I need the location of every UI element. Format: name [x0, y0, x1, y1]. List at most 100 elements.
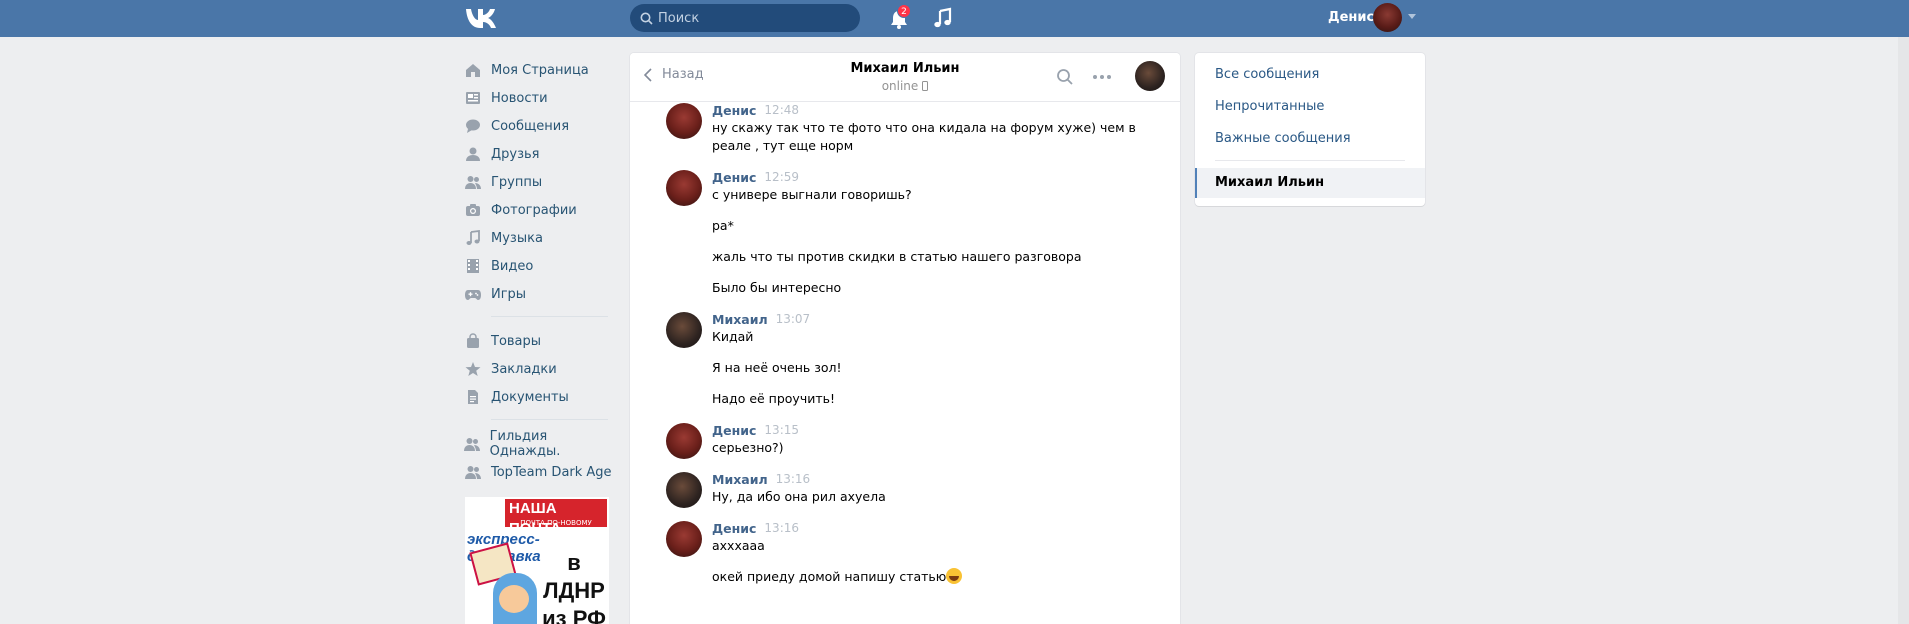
message-author[interactable]: Михаил: [712, 312, 768, 327]
bag-icon: [463, 331, 483, 351]
left-sidebar: Моя Страница Новости Сообщения Друзья Группы…: [463, 56, 613, 486]
peer-status: online: [882, 79, 929, 93]
message-text-content: ра*: [712, 218, 734, 233]
sidebar-item-main-0[interactable]: Моя Страница: [463, 56, 613, 84]
sidebar-item-label: Гильдия Однажды.: [489, 429, 561, 459]
sidebar-item-main-6[interactable]: Музыка: [463, 224, 613, 252]
message-text: Было бы интересно: [712, 279, 1180, 297]
sidebar-item-main-8[interactable]: Игры: [463, 280, 613, 308]
search-in-conversation-icon[interactable]: [1056, 68, 1074, 86]
gamepad-icon: [463, 284, 483, 304]
message-meta: Михаил 13:07: [712, 310, 1180, 328]
message-meta: Михаил 13:16: [712, 470, 1180, 488]
search-input[interactable]: [658, 4, 848, 32]
message-author[interactable]: Денис: [712, 103, 756, 118]
message-text-content: серьезно?): [712, 440, 784, 455]
filter-all-messages[interactable]: Все сообщения: [1215, 67, 1319, 82]
camera-icon: [463, 200, 483, 220]
message-group[interactable]: Денис 13:15 серьезно?): [630, 408, 1180, 459]
sidebar-item-label: Видео: [491, 258, 534, 274]
message-author-avatar[interactable]: [666, 423, 702, 459]
message-text: ну скажу так что те фото что она кидала …: [712, 119, 1180, 137]
sidebar-item-main-3[interactable]: Друзья: [463, 140, 613, 168]
message-history[interactable]: Денис 12:48 ну скажу так что те фото что о…: [630, 101, 1180, 586]
message-group[interactable]: Денис 13:16 ахххааа окей приеду домой напиш…: [630, 506, 1180, 586]
filter-important[interactable]: Важные сообщения: [1215, 131, 1351, 146]
message-text-content: жаль что ты против скидки в статью нашег…: [712, 249, 1082, 264]
sidebar-divider: [491, 316, 608, 317]
message-time[interactable]: 13:16: [764, 521, 799, 535]
sidebar-item-main-5[interactable]: Фотографии: [463, 196, 613, 224]
sidebar-item-main-2[interactable]: Сообщения: [463, 112, 613, 140]
message-author[interactable]: Денис: [712, 521, 756, 536]
message-group[interactable]: Михаил 13:07 Кидай Я на неё очень зол! Надо …: [630, 297, 1180, 408]
message-meta: Денис 13:16: [712, 519, 1180, 537]
filter-divider: [1215, 160, 1405, 161]
filter-unread[interactable]: Непрочитанные: [1215, 99, 1324, 114]
page-scrollbar[interactable]: [1898, 37, 1909, 624]
sidebar-item-main-1[interactable]: Новости: [463, 84, 613, 112]
message-text: жаль что ты против скидки в статью нашег…: [712, 248, 1180, 266]
message-meta: Денис 13:15: [712, 421, 1180, 439]
sidebar-item-secondary-0[interactable]: Товары: [463, 327, 613, 355]
message-author-avatar[interactable]: [666, 521, 702, 557]
message-time[interactable]: 13:16: [776, 472, 811, 486]
message-author-avatar[interactable]: [666, 170, 702, 206]
message-time[interactable]: 13:07: [776, 312, 811, 326]
sidebar-item-label: Фотографии: [491, 202, 577, 218]
sidebar-item-groups-0[interactable]: Гильдия Однажды.: [463, 429, 613, 459]
message-meta: Денис 12:59: [712, 168, 1180, 186]
conversation-panel: Назад Михаил Ильин online Денис 12:48 ну с…: [630, 53, 1180, 624]
message-text: серьезно?): [712, 439, 1180, 457]
message-text: ахххааа: [712, 537, 1180, 555]
message-author[interactable]: Денис: [712, 423, 756, 438]
sidebar-ad-banner[interactable]: НАША ПОЧТА ПОЧТА ПО-НОВОМУ экспресс-дост…: [465, 497, 609, 624]
sidebar-item-label: Моя Страница: [491, 62, 589, 78]
sidebar-item-main-4[interactable]: Группы: [463, 168, 613, 196]
message-author-avatar[interactable]: [666, 103, 702, 139]
sidebar-item-main-7[interactable]: Видео: [463, 252, 613, 280]
message-author[interactable]: Михаил: [712, 472, 768, 487]
message-author[interactable]: Денис: [712, 170, 756, 185]
sidebar-item-label: Товары: [491, 333, 542, 349]
vk-logo-icon[interactable]: [464, 6, 498, 28]
message-time[interactable]: 12:59: [764, 170, 799, 184]
sidebar-item-groups-1[interactable]: TopTeam Dark Age: [463, 458, 613, 486]
message-author-avatar[interactable]: [666, 312, 702, 348]
ad-region-line-1: в ЛДНР: [543, 550, 605, 603]
user-avatar[interactable]: [1373, 3, 1402, 32]
message-group[interactable]: Денис 12:59 с универе выгнали говоришь? ра*…: [630, 155, 1180, 297]
more-actions-icon[interactable]: [1093, 75, 1111, 79]
video-icon: [463, 256, 483, 276]
peer-status-text: online: [881, 79, 919, 93]
message-text-content: с универе выгнали говоришь?: [712, 187, 912, 202]
message-group[interactable]: Денис 12:48 ну скажу так что те фото что о…: [630, 101, 1180, 155]
message-meta: Денис 12:48: [712, 101, 1180, 119]
user-name[interactable]: Денис: [1328, 10, 1374, 25]
peer-name[interactable]: Михаил Ильин: [630, 61, 1180, 76]
sidebar-item-label: TopTeam Dark Age: [491, 464, 612, 480]
sidebar-item-label: Закладки: [491, 361, 557, 377]
groups-icon: [463, 172, 483, 192]
message-text-content: ахххааа: [712, 538, 765, 553]
message-author-avatar[interactable]: [666, 472, 702, 508]
message-text: Ну, да ибо она рил ахуела: [712, 488, 1180, 506]
music-player-icon[interactable]: [933, 7, 953, 29]
message-text-content: Надо её проучить!: [712, 391, 835, 406]
sidebar-item-secondary-2[interactable]: Документы: [463, 383, 613, 411]
messages-icon: [463, 116, 483, 136]
ad-brand: НАША ПОЧТА: [505, 499, 607, 537]
message-time[interactable]: 12:48: [764, 103, 799, 117]
message-group[interactable]: Михаил 13:16 Ну, да ибо она рил ахуела: [630, 457, 1180, 508]
message-text-content: ну скажу так что те фото что она кидала …: [712, 120, 1136, 135]
sidebar-item-label: Друзья: [491, 146, 540, 162]
chevron-down-icon[interactable]: [1408, 14, 1416, 20]
message-text: окей приеду домой напишу статью: [712, 568, 1180, 586]
search-box[interactable]: [630, 4, 860, 32]
sidebar-item-secondary-1[interactable]: Закладки: [463, 355, 613, 383]
message-time[interactable]: 13:15: [764, 423, 799, 437]
peer-avatar[interactable]: [1135, 61, 1165, 91]
active-dialog-item[interactable]: Михаил Ильин: [1195, 168, 1425, 198]
notifications-badge: 2: [897, 4, 911, 18]
conversation-header: Назад Михаил Ильин online: [630, 53, 1180, 102]
